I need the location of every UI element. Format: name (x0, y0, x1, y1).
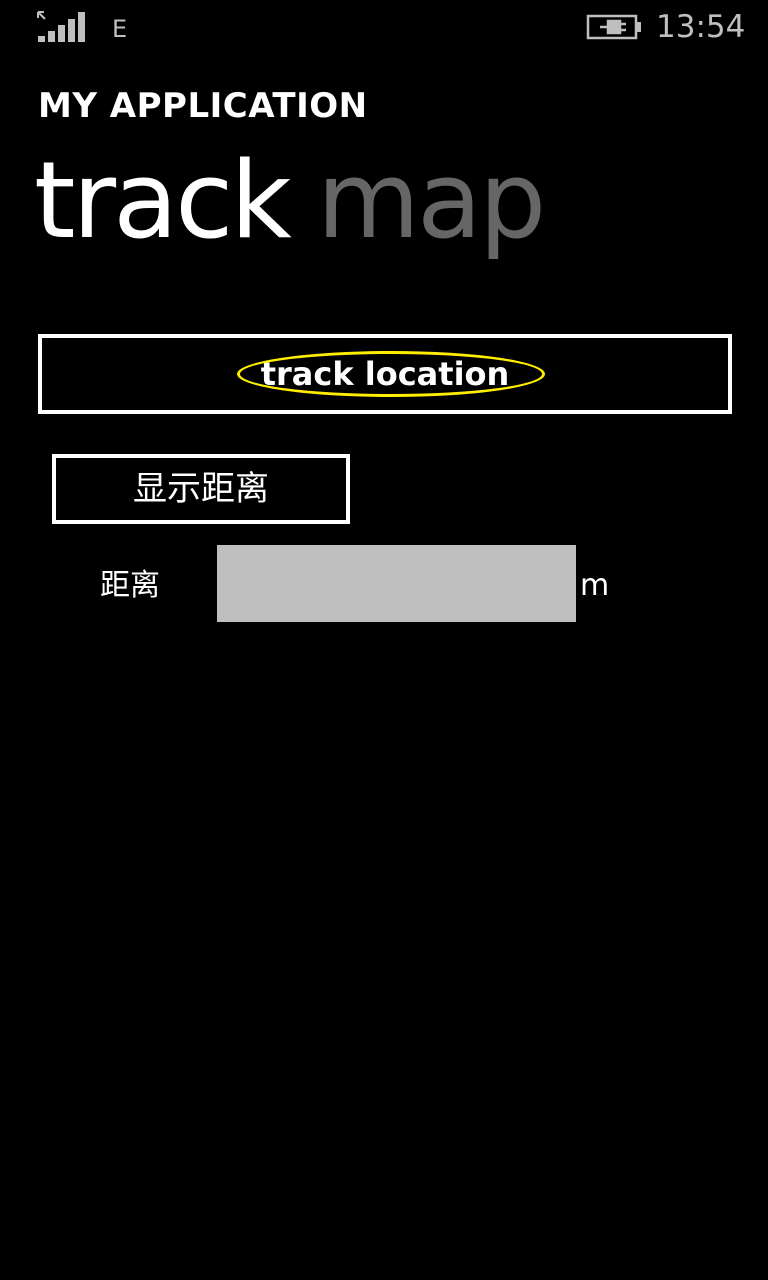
show-distance-label: 显示距离 (133, 469, 269, 509)
distance-label: 距离 (100, 568, 160, 603)
track-location-button[interactable]: track location (38, 334, 732, 414)
status-bar: E 13:54 (0, 0, 768, 56)
app-title: MY APPLICATION (38, 86, 368, 126)
distance-unit-label: m (580, 568, 610, 603)
pivot-tab-track[interactable]: track (34, 139, 292, 262)
battery-charging-icon (586, 14, 641, 40)
highlight-ellipse (237, 351, 545, 397)
pivot-tab-map[interactable]: map (317, 139, 546, 262)
pivot-header: track map (34, 138, 546, 268)
signal-strength-icon (37, 11, 85, 42)
status-clock: 13:54 (656, 9, 746, 45)
distance-field[interactable] (217, 545, 576, 622)
show-distance-button[interactable]: 显示距离 (52, 454, 350, 524)
network-type: E (112, 15, 128, 43)
